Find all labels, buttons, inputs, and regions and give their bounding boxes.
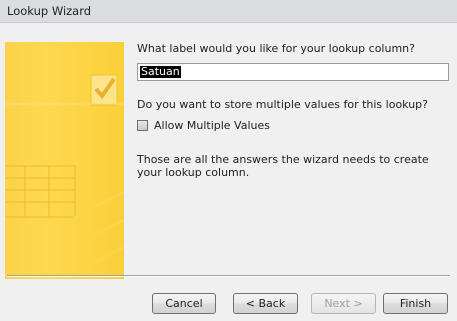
cancel-button[interactable]: Cancel: [152, 293, 216, 314]
multi-value-prompt: Do you want to store multiple values for…: [137, 98, 429, 111]
finish-button[interactable]: Finish: [383, 293, 448, 314]
allow-multiple-values-label[interactable]: Allow Multiple Values: [154, 119, 270, 132]
title-bar: Lookup Wizard: [0, 0, 457, 23]
label-prompt: What label would you like for your looku…: [137, 42, 415, 55]
wizard-body: What label would you like for your looku…: [0, 23, 457, 321]
next-button[interactable]: Next >: [311, 293, 376, 314]
lookup-label-input[interactable]: Satuan: [137, 63, 449, 81]
wizard-illustration: [5, 42, 124, 279]
final-note: Those are all the answers the wizard nee…: [137, 153, 429, 179]
back-button[interactable]: < Back: [233, 293, 298, 314]
table-checkmark-icon: [5, 74, 124, 263]
window-title: Lookup Wizard: [7, 4, 92, 18]
allow-multiple-values-checkbox[interactable]: [137, 120, 148, 131]
lookup-label-value: Satuan: [140, 65, 181, 78]
button-separator: [7, 275, 450, 277]
